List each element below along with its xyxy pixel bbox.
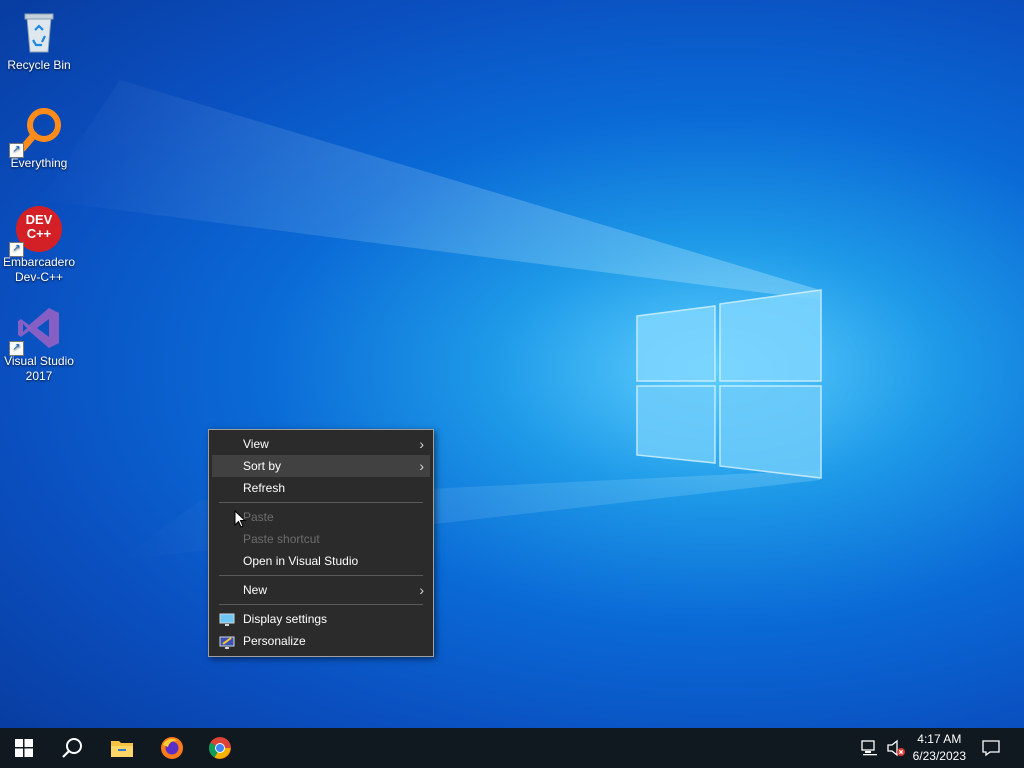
display-settings-icon [219,612,235,626]
clock[interactable]: 4:17 AM 6/23/2023 [913,731,966,765]
menu-item-new[interactable]: New › [212,579,430,601]
file-explorer-button[interactable] [98,728,146,768]
personalize-icon [219,634,235,649]
desktop-icon-recycle-bin[interactable]: Recycle Bin [2,8,76,73]
menu-item-personalize[interactable]: Personalize [212,630,430,652]
network-icon[interactable] [861,739,879,762]
volume-muted-icon[interactable] [886,739,906,762]
shortcut-arrow-icon: ↗ [9,341,24,356]
taskbar: 4:17 AM 6/23/2023 [0,728,1024,768]
start-icon [15,739,33,757]
chrome-icon [209,737,231,759]
menu-item-refresh[interactable]: Refresh [212,477,430,499]
chevron-right-icon: › [419,436,424,452]
menu-separator [219,502,423,503]
desktop-icon-label: Embarcadero Dev-C++ [2,255,76,284]
menu-separator [219,604,423,605]
recycle-bin-icon [15,8,63,56]
firefox-icon [161,737,183,759]
menu-item-paste-shortcut[interactable]: Paste shortcut [212,528,430,550]
menu-item-open-in-visual-studio[interactable]: Open in Visual Studio [212,550,430,572]
clock-time: 4:17 AM [917,732,962,746]
wallpaper [40,80,822,560]
menu-item-display-settings[interactable]: Display settings [212,608,430,630]
menu-item-view[interactable]: View › [212,433,430,455]
file-explorer-icon [111,741,133,757]
desktop-icon-visual-studio[interactable]: ↗ Visual Studio 2017 [2,304,76,384]
chevron-right-icon: › [419,582,424,598]
desktop-icon-label: Recycle Bin [7,58,71,72]
menu-item-sort-by[interactable]: Sort by › [212,455,430,477]
mouse-cursor-icon [234,510,246,528]
firefox-button[interactable] [148,728,196,768]
search-button[interactable] [48,728,96,768]
clock-date: 6/23/2023 [912,749,966,763]
chrome-button[interactable] [196,728,244,768]
notifications-icon[interactable] [982,739,1000,762]
search-icon [62,738,82,758]
menu-separator [219,575,423,576]
desktop-icon-devcpp[interactable]: DEV C++ ↗ Embarcadero Dev-C++ [2,205,76,285]
start-button[interactable] [0,728,48,768]
shortcut-arrow-icon: ↗ [9,242,24,257]
windows-logo [636,289,822,479]
desktop-context-menu: View › Sort by › Refresh Paste Paste sho… [208,429,434,657]
visual-studio-icon: ↗ [9,304,63,356]
desktop-icon-everything[interactable]: ↗ Everything [2,106,76,171]
everything-search-icon: ↗ [9,106,63,158]
desktop-icon-label: Everything [10,156,68,170]
chevron-right-icon: › [419,458,424,474]
shortcut-arrow-icon: ↗ [9,143,24,158]
desktop-icon-label: Visual Studio 2017 [4,354,74,383]
devcpp-icon: DEV C++ ↗ [9,205,63,257]
